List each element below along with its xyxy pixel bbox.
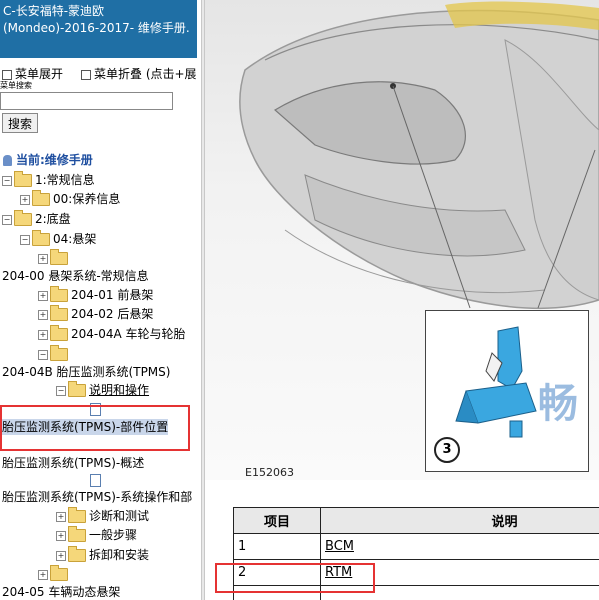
manual-title: C-长安福特-蒙迪欧(Mondeo)-2016-2017- 维修手册.	[0, 0, 197, 58]
figure-code: E152063	[245, 466, 294, 479]
item-description-link[interactable]: BCM	[320, 533, 599, 560]
folder-icon	[32, 190, 50, 206]
tree-item-description-operation[interactable]: − 说明和操作	[56, 381, 149, 398]
folder-icon	[50, 249, 68, 265]
content-pane: 3 畅 E152063 项目 说明 1 BCM 2 RTM	[205, 0, 599, 600]
tree-item-folder[interactable]: +	[38, 565, 71, 582]
tree-item-204-05[interactable]: 204-05 车辆动态悬架	[2, 584, 120, 600]
callout-number: 3	[434, 437, 460, 463]
folder-icon	[68, 507, 86, 523]
collapse-all-button[interactable]: 菜单折叠 (点击+展	[81, 65, 197, 82]
folder-open-icon	[14, 171, 32, 187]
tree-item-page[interactable]	[90, 472, 101, 488]
tree-item-system-operation[interactable]: 胎压监测系统(TPMS)-系统操作和部	[2, 489, 192, 505]
tree-item-general-procedures[interactable]: + 一般步骤	[56, 526, 137, 543]
tree-item-suspension[interactable]: −04:悬架	[20, 230, 96, 247]
column-header-item: 项目	[233, 507, 321, 534]
table-header-row: 项目 说明	[233, 507, 599, 534]
folder-icon	[68, 526, 86, 542]
folder-icon	[50, 565, 68, 581]
collapse-toggle-icon[interactable]: −	[2, 175, 12, 186]
folder-open-icon	[50, 345, 68, 361]
highlight-box	[0, 405, 190, 451]
column-header-description: 说明	[320, 507, 599, 534]
collapse-icon	[81, 69, 91, 80]
expand-toggle-icon[interactable]: +	[38, 253, 48, 264]
tree-item-folder[interactable]: −	[38, 345, 71, 362]
tree-item-204-04b[interactable]: 204-04B 胎压监测系统(TPMS)	[2, 364, 170, 380]
expand-toggle-icon[interactable]: +	[38, 309, 48, 320]
tree-item-204-04a[interactable]: +204-04A 车轮与轮胎	[38, 325, 186, 342]
tree-item-overview[interactable]: 胎压监测系统(TPMS)-概述	[2, 455, 144, 471]
collapse-toggle-icon[interactable]: −	[38, 349, 48, 360]
tree-item-diagnosis[interactable]: + 诊断和测试	[56, 507, 149, 524]
folder-open-icon	[68, 381, 86, 397]
search-label: 菜单搜索	[0, 81, 32, 90]
tree-item-general-info[interactable]: −1:常规信息	[2, 171, 95, 188]
folder-icon	[50, 286, 68, 302]
expand-icon	[2, 69, 12, 80]
expand-toggle-icon[interactable]: +	[56, 530, 66, 541]
item-number: 1	[233, 533, 321, 560]
tree-item-chassis[interactable]: −2:底盘	[2, 210, 71, 227]
search-input[interactable]	[0, 92, 173, 110]
folder-icon	[50, 305, 68, 321]
user-icon	[3, 155, 12, 166]
collapse-toggle-icon[interactable]: −	[56, 385, 66, 396]
sidebar: C-长安福特-蒙迪欧(Mondeo)-2016-2017- 维修手册. 菜单展开…	[0, 0, 201, 600]
expand-toggle-icon[interactable]: +	[38, 290, 48, 301]
tree-item-folder[interactable]: +	[38, 249, 71, 266]
expand-toggle-icon[interactable]: +	[56, 511, 66, 522]
folder-icon	[50, 325, 68, 341]
tree-item-removal-installation[interactable]: + 拆卸和安装	[56, 546, 149, 563]
tree-item-maintenance[interactable]: +00:保养信息	[20, 190, 120, 207]
expand-toggle-icon[interactable]: +	[38, 329, 48, 340]
folder-icon	[68, 546, 86, 562]
highlight-box	[215, 563, 375, 593]
collapse-toggle-icon[interactable]: −	[2, 214, 12, 225]
tree-item-204-00[interactable]: 204-00 悬架系统-常规信息	[2, 268, 149, 284]
expand-toggle-icon[interactable]: +	[38, 569, 48, 580]
expand-toggle-icon[interactable]: +	[20, 194, 30, 205]
collapse-toggle-icon[interactable]: −	[20, 234, 30, 245]
folder-open-icon	[14, 210, 32, 226]
tree-item-204-01[interactable]: +204-01 前悬架	[38, 286, 153, 303]
watermark: 畅	[538, 381, 578, 427]
folder-open-icon	[32, 230, 50, 246]
sensor-detail-inset: 3 畅	[425, 310, 589, 472]
tree-item-204-02[interactable]: +204-02 后悬架	[38, 305, 153, 322]
search-button[interactable]: 搜索	[2, 113, 38, 133]
current-location: 当前:维修手册	[3, 151, 93, 168]
document-icon	[90, 474, 101, 487]
table-row: 1 BCM	[233, 533, 599, 560]
expand-toggle-icon[interactable]: +	[56, 550, 66, 561]
